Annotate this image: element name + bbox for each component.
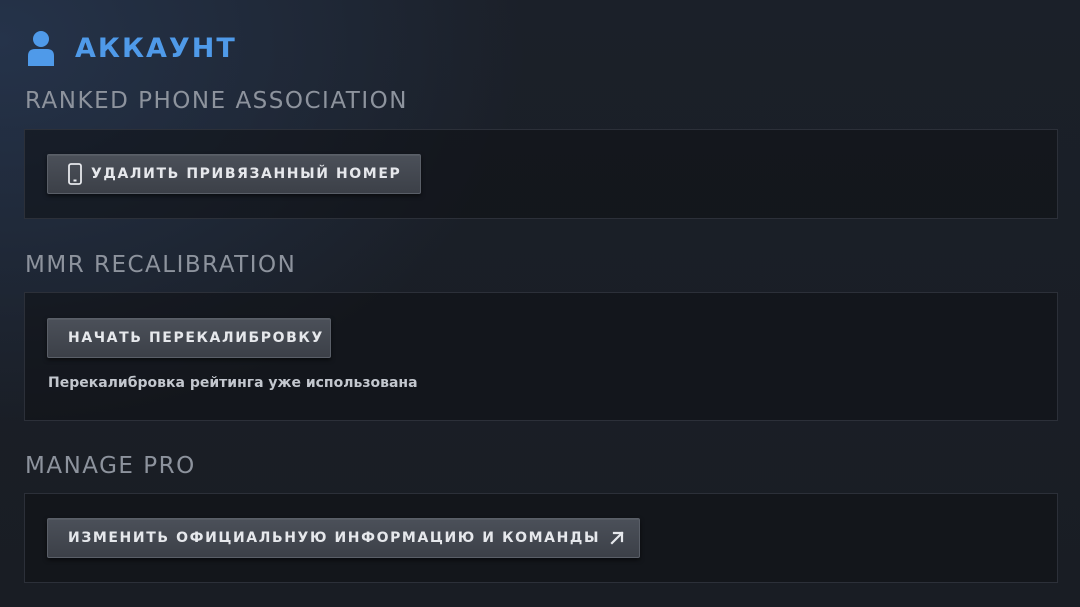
phone-icon bbox=[68, 163, 82, 185]
external-link-arrow-icon bbox=[610, 531, 624, 545]
page-header: АККАУНТ bbox=[27, 28, 237, 68]
recalibration-status-text: Перекалибровка рейтинга уже использована bbox=[48, 375, 418, 391]
remove-phone-button[interactable]: УДАЛИТЬ ПРИВЯЗАННЫЙ НОМЕР bbox=[47, 154, 421, 194]
section-title-ranked-phone: RANKED PHONE ASSOCIATION bbox=[25, 88, 408, 114]
start-recalibration-button-label: НАЧАТЬ ПЕРЕКАЛИБРОВКУ bbox=[68, 330, 324, 346]
section-title-mmr-recalibration: MMR RECALIBRATION bbox=[25, 252, 297, 278]
panel-mmr-recalibration: НАЧАТЬ ПЕРЕКАЛИБРОВКУ Перекалибровка рей… bbox=[24, 292, 1058, 421]
remove-phone-button-label: УДАЛИТЬ ПРИВЯЗАННЫЙ НОМЕР bbox=[91, 166, 402, 182]
edit-pro-info-button[interactable]: ИЗМЕНИТЬ ОФИЦИАЛЬНУЮ ИНФОРМАЦИЮ И КОМАНД… bbox=[47, 518, 640, 558]
panel-manage-pro: ИЗМЕНИТЬ ОФИЦИАЛЬНУЮ ИНФОРМАЦИЮ И КОМАНД… bbox=[24, 493, 1058, 583]
edit-pro-info-button-label: ИЗМЕНИТЬ ОФИЦИАЛЬНУЮ ИНФОРМАЦИЮ И КОМАНД… bbox=[68, 530, 601, 546]
page-title: АККАУНТ bbox=[75, 32, 237, 64]
user-icon bbox=[27, 28, 55, 68]
start-recalibration-button[interactable]: НАЧАТЬ ПЕРЕКАЛИБРОВКУ bbox=[47, 318, 331, 358]
panel-ranked-phone: УДАЛИТЬ ПРИВЯЗАННЫЙ НОМЕР bbox=[24, 129, 1058, 219]
section-title-manage-pro: MANAGE PRO bbox=[25, 453, 196, 479]
